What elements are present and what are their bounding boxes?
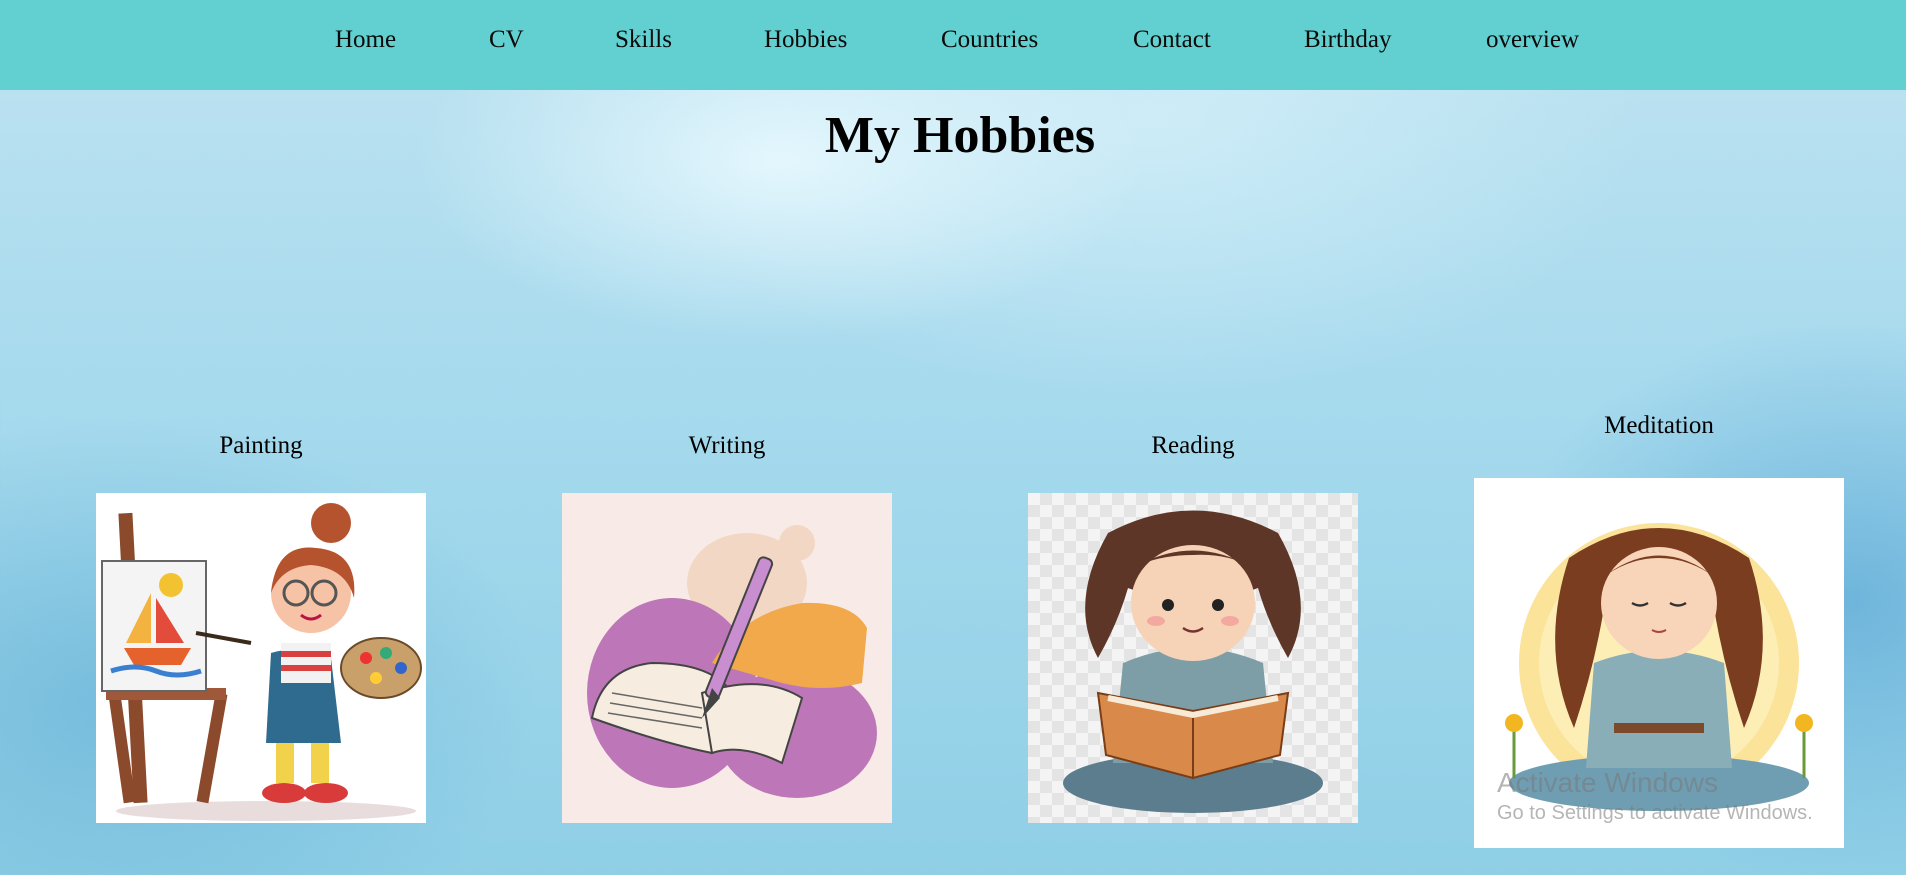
meditating-girl-icon: [1505, 523, 1813, 811]
hobby-label-painting: Painting: [219, 432, 303, 459]
nav-birthday-link[interactable]: Birthday: [1304, 26, 1392, 54]
hobby-label-meditation: Meditation: [1604, 412, 1714, 439]
hobby-label-reading: Reading: [1151, 432, 1235, 459]
nav-home-link[interactable]: Home: [335, 26, 396, 54]
nav-cv-link[interactable]: CV: [489, 26, 524, 54]
writing-hand-icon: [587, 525, 877, 798]
hobby-label-writing: Writing: [688, 432, 766, 459]
nav-hobbies-link[interactable]: Hobbies: [764, 26, 847, 54]
reading-girl-image: [1028, 493, 1358, 823]
navbar: Home CV Skills Hobbies Countries Contact…: [0, 0, 1906, 90]
page-title: My Hobbies: [824, 107, 1096, 164]
nav-overview-link[interactable]: overview: [1486, 26, 1579, 54]
painting-girl-image: [96, 493, 426, 823]
nav-skills-link[interactable]: Skills: [615, 26, 672, 54]
writing-hand-image: [562, 493, 892, 823]
nav-contact-link[interactable]: Contact: [1133, 26, 1211, 54]
meditating-girl-image: [1474, 478, 1844, 848]
nav-countries-link[interactable]: Countries: [941, 26, 1038, 54]
painting-girl-icon: [101, 503, 422, 821]
reading-girl-icon: [1063, 510, 1323, 813]
